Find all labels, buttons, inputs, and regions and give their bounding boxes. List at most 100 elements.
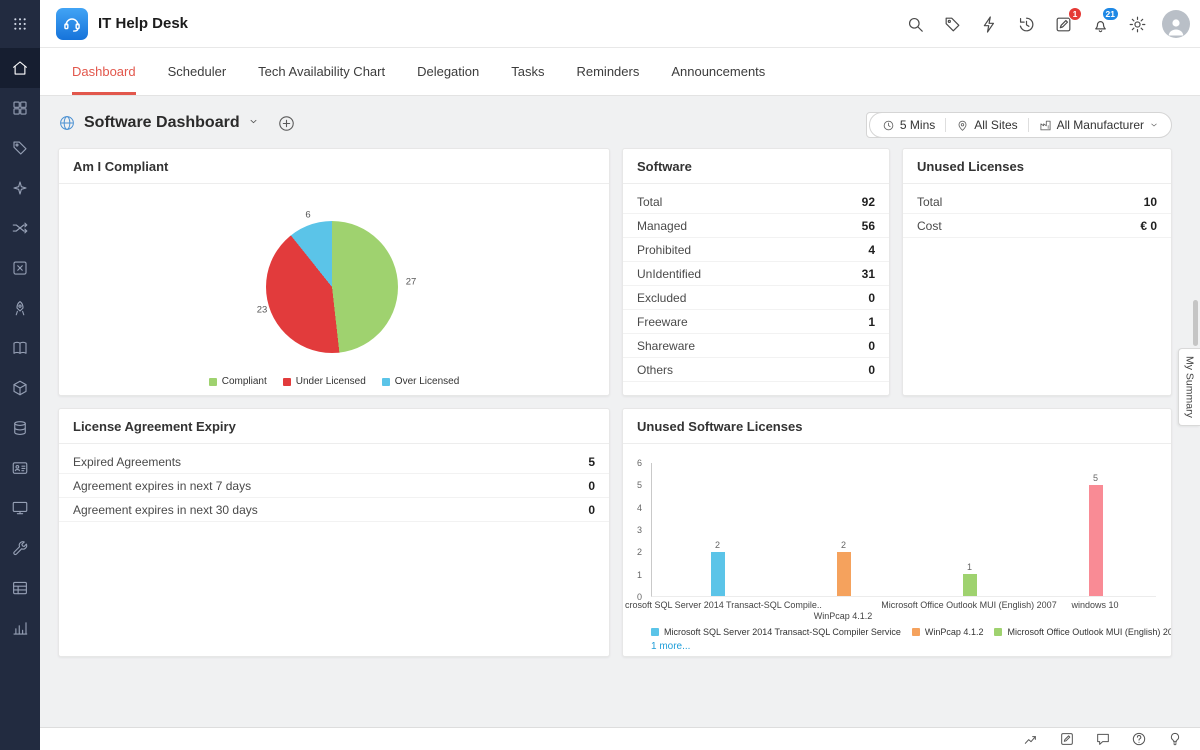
table-row[interactable]: Total92	[623, 190, 889, 214]
tab-announcements[interactable]: Announcements	[671, 48, 765, 95]
table-row[interactable]: UnIdentified31	[623, 262, 889, 286]
help-button[interactable]	[1130, 730, 1148, 748]
site-filter-value: All Sites	[974, 118, 1017, 132]
sparkle-icon	[11, 179, 29, 197]
tab-tasks[interactable]: Tasks	[511, 48, 544, 95]
gear-icon	[1128, 15, 1147, 34]
tab-tech-availability-chart[interactable]: Tech Availability Chart	[258, 48, 385, 95]
feedback-button[interactable]	[1058, 730, 1076, 748]
plus-circle-icon	[277, 114, 296, 133]
card-title: Am I Compliant	[59, 149, 609, 184]
apps-grid-button[interactable]	[0, 0, 40, 48]
tab-dashboard[interactable]: Dashboard	[72, 48, 136, 95]
search-button[interactable]	[903, 12, 927, 36]
search-icon	[906, 15, 925, 34]
table-row[interactable]: Others0	[623, 358, 889, 382]
bar[interactable]	[963, 574, 977, 596]
tag-icon	[11, 139, 29, 157]
table-row[interactable]: Agreement expires in next 7 days0	[59, 474, 609, 498]
table-row[interactable]: Shareware0	[623, 334, 889, 358]
clock-icon	[882, 119, 895, 132]
factory-icon	[1039, 119, 1052, 132]
table-row[interactable]: Cost€ 0	[903, 214, 1171, 238]
scrollbar-thumb[interactable]	[1193, 300, 1198, 346]
table-row[interactable]: Expired Agreements5	[59, 450, 609, 474]
insights-button[interactable]	[1022, 730, 1040, 748]
bar[interactable]	[711, 552, 725, 596]
notifications-badge: 21	[1102, 7, 1119, 21]
table-row[interactable]: Freeware1	[623, 310, 889, 334]
note-edit-icon	[1059, 731, 1075, 747]
filter-bar: 5 Mins All Sites All Manufacturer	[869, 112, 1172, 138]
divider	[1028, 118, 1029, 132]
sidebar-item-cmdb[interactable]	[0, 408, 40, 448]
table-row[interactable]: Excluded0	[623, 286, 889, 310]
shuffle-icon	[11, 219, 29, 237]
sidebar-item-reports[interactable]	[0, 568, 40, 608]
tab-reminders[interactable]: Reminders	[576, 48, 639, 95]
sidebar-item-home[interactable]	[0, 48, 40, 88]
topbar-actions: 1 21	[903, 0, 1190, 48]
bar-slot: 2	[824, 463, 864, 596]
bar-chart-icon	[11, 619, 29, 637]
activities-button[interactable]: 1	[1051, 12, 1075, 36]
sidebar	[0, 0, 40, 750]
dashboard-selector[interactable]: Software Dashboard	[58, 109, 296, 137]
wrench-icon	[11, 539, 29, 557]
sidebar-item-problems[interactable]	[0, 168, 40, 208]
my-summary-tab[interactable]: My Summary	[1178, 348, 1200, 426]
close-box-icon	[11, 259, 29, 277]
tab-delegation[interactable]: Delegation	[417, 48, 479, 95]
bar[interactable]	[1089, 485, 1103, 596]
table-icon	[11, 579, 29, 597]
cube-icon	[11, 379, 29, 397]
quick-actions-button[interactable]	[940, 12, 964, 36]
dashboard-title: Software Dashboard	[84, 114, 240, 132]
sidebar-item-projects[interactable]	[0, 248, 40, 288]
notifications-button[interactable]: 21	[1088, 12, 1112, 36]
chat-icon	[1095, 731, 1111, 747]
sidebar-item-purchase[interactable]	[0, 488, 40, 528]
location-pin-icon	[956, 119, 969, 132]
table-row[interactable]: Managed56	[623, 214, 889, 238]
add-dashboard-button[interactable]	[277, 114, 296, 133]
sidebar-item-solutions[interactable]	[0, 328, 40, 368]
sidebar-item-assets[interactable]	[0, 368, 40, 408]
table-row[interactable]: Prohibited4	[623, 238, 889, 262]
tips-button[interactable]	[1166, 730, 1184, 748]
chat-button[interactable]	[1094, 730, 1112, 748]
divider	[945, 118, 946, 132]
bar-slot: 5	[1076, 463, 1116, 596]
bar-chart-legend: Microsoft SQL Server 2014 Transact-SQL C…	[651, 627, 1172, 637]
legend-item: Compliant	[209, 376, 267, 387]
user-avatar[interactable]	[1162, 10, 1190, 38]
sidebar-item-releases[interactable]	[0, 288, 40, 328]
settings-button[interactable]	[1125, 12, 1149, 36]
sidebar-item-changes[interactable]	[0, 208, 40, 248]
compliance-pie[interactable]	[266, 221, 398, 353]
manufacturer-filter[interactable]: All Manufacturer	[1039, 118, 1159, 132]
flash-icon	[980, 15, 999, 34]
tab-scheduler[interactable]: Scheduler	[168, 48, 227, 95]
sidebar-item-contracts[interactable]	[0, 448, 40, 488]
bar-legend-swatch	[651, 628, 659, 636]
sidebar-item-dashboards[interactable]	[0, 88, 40, 128]
history-button[interactable]	[1014, 12, 1038, 36]
table-row[interactable]: Total10	[903, 190, 1171, 214]
sidebar-item-tools[interactable]	[0, 528, 40, 568]
table-row[interactable]: Agreement expires in next 30 days0	[59, 498, 609, 522]
site-filter[interactable]: All Sites	[956, 118, 1017, 132]
app-logo[interactable]	[56, 8, 88, 40]
card-title: Software	[623, 149, 889, 184]
compliance-legend: Compliant Under Licensed Over Licensed	[59, 376, 609, 387]
refresh-interval-filter[interactable]: 5 Mins	[882, 118, 935, 132]
legend-more-link[interactable]: 1 more...	[651, 641, 690, 652]
card-license-agreement-expiry: License Agreement Expiry Expired Agreeme…	[58, 408, 610, 657]
zia-button[interactable]	[977, 12, 1001, 36]
bar[interactable]	[837, 552, 851, 596]
sidebar-item-requests[interactable]	[0, 128, 40, 168]
card-software: Software Total92 Managed56 Prohibited4 U…	[622, 148, 890, 396]
sidebar-item-analytics[interactable]	[0, 608, 40, 648]
bar-chart-plot: 2 2 1 5	[651, 463, 1156, 597]
book-icon	[11, 339, 29, 357]
